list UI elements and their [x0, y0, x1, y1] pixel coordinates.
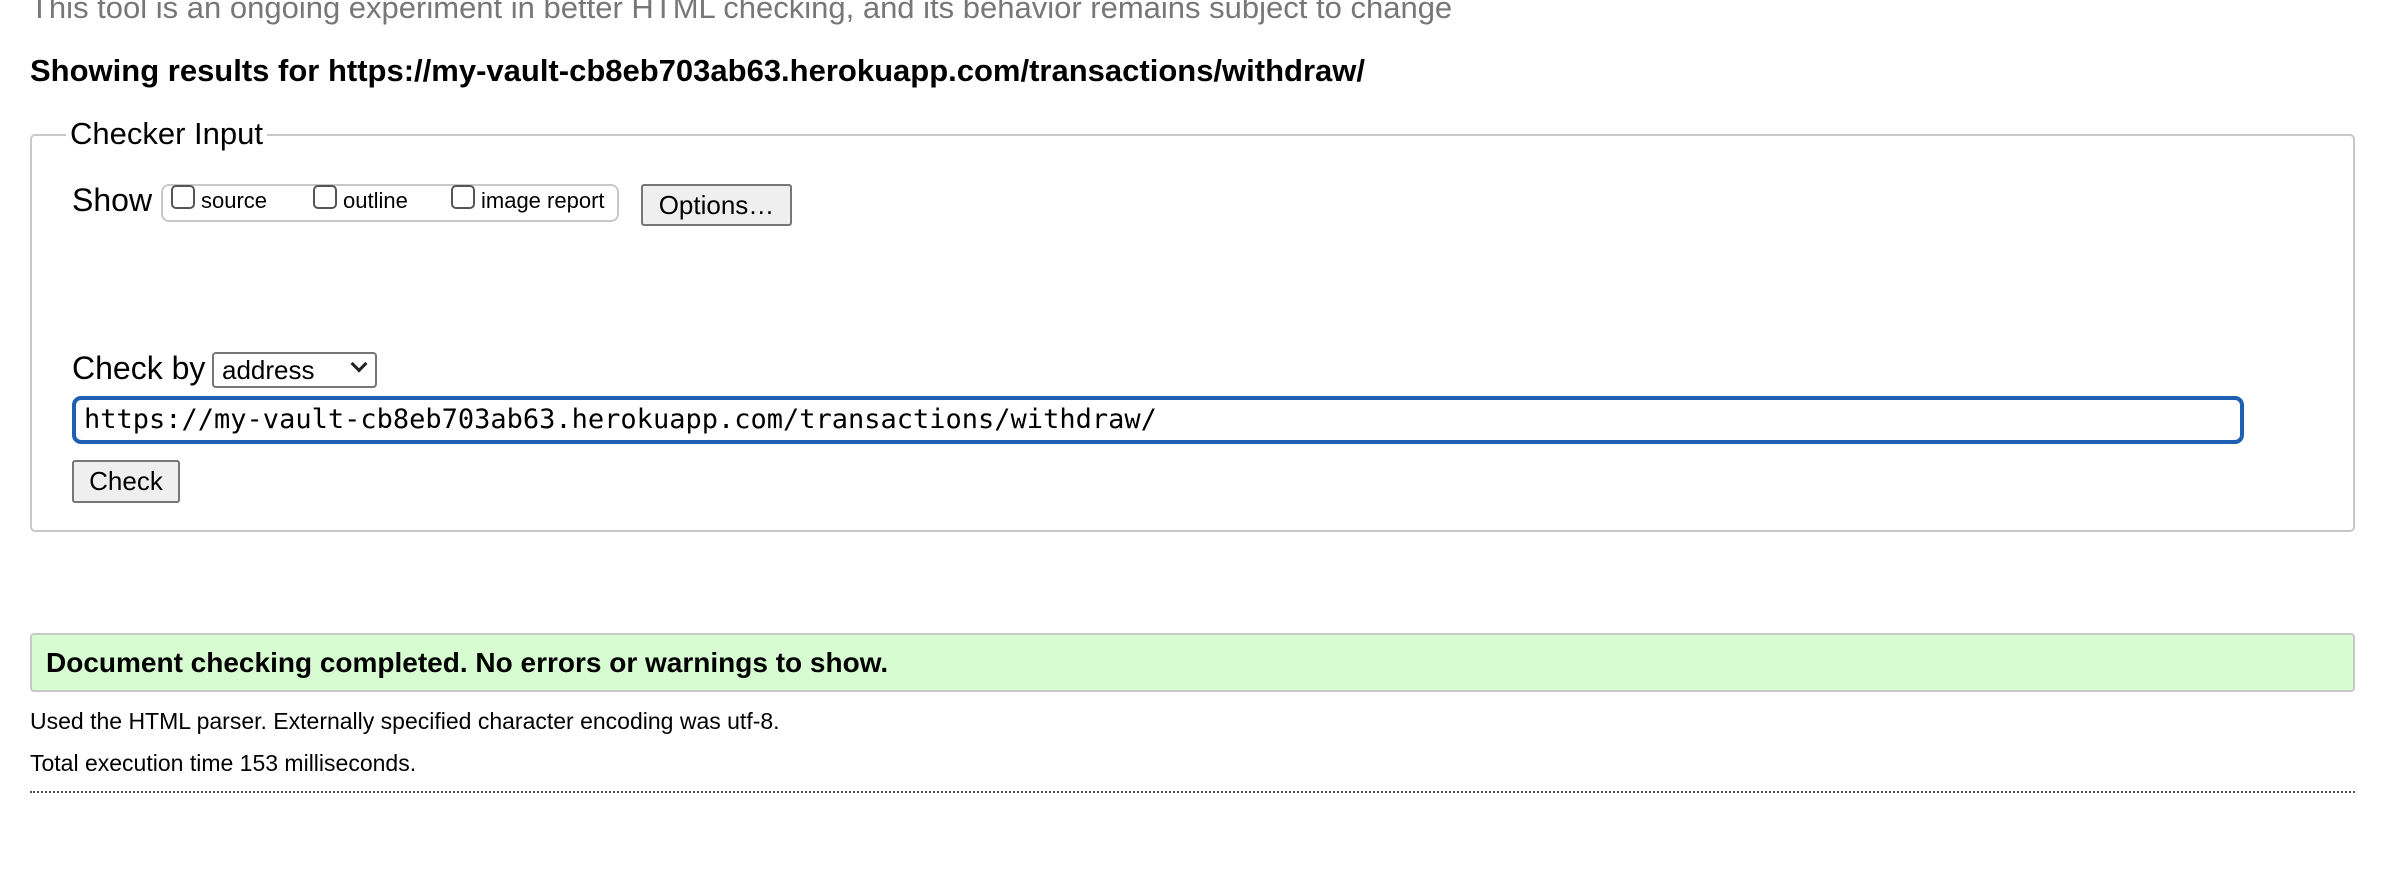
check-button[interactable]: Check	[72, 460, 180, 503]
image-report-checkbox[interactable]	[451, 185, 475, 209]
results-heading: Showing results for https://my-vault-cb8…	[30, 53, 1365, 88]
execution-time: Total execution time 153 milliseconds.	[30, 750, 417, 776]
outline-checkbox-label: outline	[343, 188, 408, 213]
image-report-checkbox-label: image report	[481, 188, 605, 213]
show-source-option[interactable]: source	[171, 185, 268, 214]
dotted-divider	[30, 791, 2355, 793]
checker-input-legend: Checker Input	[66, 116, 267, 152]
checker-input-fieldset: Checker Input Show source outline image …	[30, 116, 2355, 532]
chevron-down-icon	[350, 355, 368, 373]
show-label: Show	[72, 182, 153, 218]
check-by-select[interactable]: address	[212, 352, 377, 388]
options-button[interactable]: Options…	[641, 184, 792, 226]
success-message: Document checking completed. No errors o…	[30, 633, 2355, 692]
show-outline-option[interactable]: outline	[313, 185, 408, 214]
parser-info: Used the HTML parser. Externally specifi…	[30, 708, 780, 734]
url-input[interactable]: https://my-vault-cb8eb703ab63.herokuapp.…	[72, 396, 2244, 444]
check-by-selected-value: address	[222, 355, 315, 385]
check-by-label: Check by	[72, 350, 206, 386]
show-options-group: source outline image report	[161, 184, 619, 222]
intro-text: This tool is an ongoing experiment in be…	[30, 0, 1453, 25]
source-checkbox-label: source	[201, 188, 268, 213]
source-checkbox[interactable]	[171, 185, 195, 209]
outline-checkbox[interactable]	[313, 185, 337, 209]
show-image-report-option[interactable]: image report	[451, 185, 605, 214]
